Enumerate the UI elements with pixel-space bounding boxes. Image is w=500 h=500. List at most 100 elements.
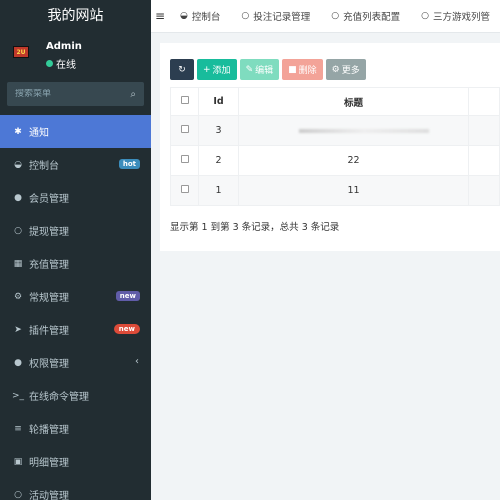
column-header-title[interactable]: 标题 bbox=[238, 87, 469, 116]
select-all-cell bbox=[170, 87, 199, 116]
sidebar-item-plugins[interactable]: ➤ 插件管理 new bbox=[0, 313, 151, 346]
sidebar-item-label: 常规管理 bbox=[29, 293, 69, 304]
new-badge: new bbox=[115, 291, 140, 301]
row-checkbox[interactable] bbox=[180, 125, 189, 133]
sidebar-item-label: 通知 bbox=[29, 128, 49, 139]
cell-title bbox=[238, 115, 469, 146]
hot-badge: hot bbox=[118, 159, 140, 169]
sidebar-item-label: 控制台 bbox=[29, 161, 59, 172]
edit-button[interactable]: ✎ 编辑 bbox=[239, 59, 280, 80]
toolbar: ↻ + 添加 ✎ 编辑 ■ 删除 ⚙ 更多 bbox=[170, 59, 366, 80]
tab-label: 投注记录管理 bbox=[253, 12, 311, 23]
sidebar-item-label: 在线命令管理 bbox=[29, 392, 89, 403]
column-header-id[interactable]: Id bbox=[198, 87, 239, 116]
tab-label: 充值列表配置 bbox=[343, 12, 401, 23]
more-button[interactable]: ⚙ 更多 bbox=[325, 59, 366, 80]
circle-icon: ○ bbox=[331, 11, 340, 21]
sidebar-item-activity[interactable]: ○ 活动管理 bbox=[0, 478, 151, 500]
delete-button[interactable]: ■ 删除 bbox=[282, 59, 323, 80]
sidebar-item-members[interactable]: ● 会员管理 bbox=[0, 181, 151, 214]
content-panel: ↻ + 添加 ✎ 编辑 ■ 删除 ⚙ 更多 Id 标题 3 2 22 1 11 … bbox=[160, 43, 500, 251]
search-input[interactable] bbox=[15, 89, 131, 99]
plus-icon: + bbox=[203, 64, 211, 75]
sidebar-item-carousel[interactable]: ≡ 轮播管理 bbox=[0, 412, 151, 445]
trash-icon: ■ bbox=[288, 64, 297, 75]
cell-extra bbox=[468, 115, 500, 146]
user-name: Admin bbox=[46, 41, 82, 52]
sidebar-item-permissions[interactable]: ● 权限管理 ‹ bbox=[0, 346, 151, 379]
table-row[interactable]: 2 22 bbox=[170, 145, 500, 176]
more-label: 更多 bbox=[341, 66, 360, 76]
asterisk-icon: ✱ bbox=[14, 126, 22, 137]
top-nav: ≡ ◒ 控制台 ○ 投注记录管理 ○ 充值列表配置 ○ 三方游戏列管 bbox=[151, 0, 500, 33]
calendar-icon: ▣ bbox=[13, 456, 23, 467]
column-header-extra bbox=[468, 87, 500, 116]
cell-id: 1 bbox=[198, 175, 239, 206]
gear-icon: ⚙ bbox=[331, 64, 340, 75]
pagination-summary: 显示第 1 到第 3 条记录，总共 3 条记录 bbox=[170, 222, 340, 233]
dashboard-icon: ◒ bbox=[14, 159, 22, 170]
sidebar-item-general[interactable]: ⚙ 常规管理 new bbox=[0, 280, 151, 313]
tab-label: 控制台 bbox=[191, 12, 221, 23]
sidebar-item-label: 提现管理 bbox=[29, 227, 69, 238]
table-row[interactable]: 1 11 bbox=[170, 175, 500, 206]
circle-icon: ○ bbox=[241, 11, 250, 21]
add-button[interactable]: + 添加 bbox=[197, 59, 237, 80]
tab-bet-records[interactable]: ○ 投注记录管理 bbox=[230, 0, 320, 32]
cell-extra bbox=[468, 145, 500, 176]
table-row[interactable]: 3 bbox=[170, 115, 500, 146]
tab-dashboard[interactable]: ◒ 控制台 bbox=[169, 0, 230, 32]
sidebar-item-label: 权限管理 bbox=[29, 359, 69, 370]
cell-extra bbox=[468, 175, 500, 206]
sidebar-item-recharge[interactable]: ▦ 充值管理 bbox=[0, 247, 151, 280]
menu-toggle-icon[interactable]: ≡ bbox=[151, 9, 169, 23]
refresh-button[interactable]: ↻ bbox=[170, 59, 194, 80]
cell-title: 11 bbox=[238, 175, 469, 206]
new-badge: new bbox=[113, 324, 140, 334]
tab-label: 三方游戏列管 bbox=[432, 12, 490, 23]
user-status-label: 在线 bbox=[56, 60, 76, 71]
pencil-icon: ✎ bbox=[245, 64, 254, 75]
circle-icon: ○ bbox=[14, 225, 22, 236]
group-icon: ● bbox=[14, 357, 22, 368]
sidebar-item-label: 活动管理 bbox=[29, 491, 69, 500]
sidebar-item-withdraw[interactable]: ○ 提现管理 bbox=[0, 214, 151, 247]
redacted-text bbox=[298, 129, 429, 133]
sidebar-item-details[interactable]: ▣ 明细管理 bbox=[0, 445, 151, 478]
chevron-left-icon: ‹ bbox=[135, 356, 139, 367]
sidebar-item-dashboard[interactable]: ◒ 控制台 hot bbox=[0, 148, 151, 181]
tab-recharge-config[interactable]: ○ 充值列表配置 bbox=[320, 0, 410, 32]
row-checkbox-cell bbox=[170, 145, 199, 176]
dashboard-icon: ◒ bbox=[180, 11, 188, 21]
avatar[interactable]: 2U bbox=[13, 46, 29, 58]
sidebar: 我的网站 2U Admin 在线 ⌕ ✱ 通知 ◒ 控制台 hot ● 会员管理… bbox=[0, 0, 151, 500]
cogs-icon: ⚙ bbox=[13, 291, 23, 302]
sidebar-item-online-command[interactable]: >_ 在线命令管理 bbox=[0, 379, 151, 412]
add-label: 添加 bbox=[212, 66, 231, 76]
sidebar-item-label: 会员管理 bbox=[29, 194, 69, 205]
sidebar-item-label: 充值管理 bbox=[29, 260, 69, 271]
circle-icon: ○ bbox=[14, 489, 22, 500]
sidebar-menu: ✱ 通知 ◒ 控制台 hot ● 会员管理 ○ 提现管理 ▦ 充值管理 ⚙ 常规… bbox=[0, 115, 151, 500]
tab-third-party-games[interactable]: ○ 三方游戏列管 bbox=[410, 0, 500, 32]
row-checkbox[interactable] bbox=[180, 185, 189, 193]
select-all-checkbox[interactable] bbox=[180, 96, 189, 104]
user-panel: 2U Admin 在线 bbox=[0, 33, 151, 75]
users-icon: ● bbox=[14, 192, 22, 203]
sidebar-item-label: 明细管理 bbox=[29, 458, 69, 469]
circle-icon: ○ bbox=[421, 11, 429, 21]
cell-id: 3 bbox=[198, 115, 239, 146]
row-checkbox[interactable] bbox=[180, 155, 189, 163]
site-logo[interactable]: 我的网站 bbox=[0, 0, 151, 33]
refresh-icon: ↻ bbox=[178, 64, 186, 75]
search-box: ⌕ bbox=[7, 82, 144, 106]
search-icon[interactable]: ⌕ bbox=[130, 89, 136, 100]
edit-label: 编辑 bbox=[255, 66, 274, 76]
cell-id: 2 bbox=[198, 145, 239, 176]
terminal-icon: >_ bbox=[11, 390, 25, 401]
rocket-icon: ➤ bbox=[14, 324, 22, 335]
grid-icon: ▦ bbox=[13, 258, 23, 269]
sidebar-item-label: 插件管理 bbox=[29, 326, 69, 337]
row-checkbox-cell bbox=[170, 115, 199, 146]
sidebar-item-notice[interactable]: ✱ 通知 bbox=[0, 115, 151, 148]
